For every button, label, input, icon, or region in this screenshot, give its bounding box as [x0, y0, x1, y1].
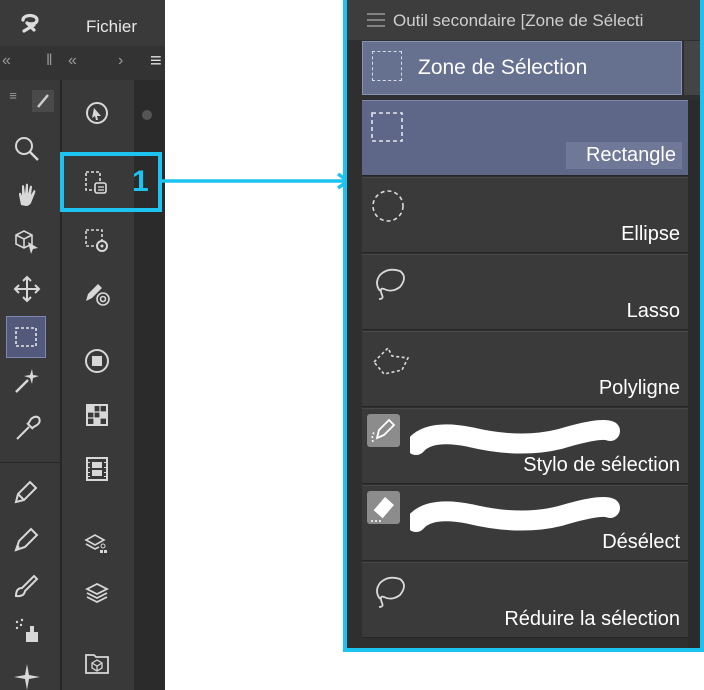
eyedropper-icon[interactable]: [10, 412, 44, 446]
operation-icon[interactable]: [80, 96, 114, 130]
hand-icon[interactable]: [10, 178, 44, 212]
move-icon[interactable]: [10, 272, 44, 306]
brush-icon[interactable]: [10, 568, 44, 602]
lasso-icon: [376, 268, 405, 300]
menu-icon[interactable]: ≡: [6, 88, 20, 103]
menu-icon[interactable]: [367, 13, 385, 27]
tab-bar-filler: [684, 41, 700, 95]
panel-title: Outil secondaire [Zone de Sélecti: [393, 11, 644, 30]
gradient-icon[interactable]: [80, 344, 114, 378]
magic-wand-icon[interactable]: [10, 364, 44, 398]
sub-tool-label: Réduire la sélection: [504, 608, 680, 630]
tab-pen-icon[interactable]: [32, 90, 54, 112]
airbrush-icon[interactable]: [10, 614, 44, 648]
sub-tool-reduce-selection[interactable]: Réduire la sélection: [362, 562, 688, 638]
menu-icon[interactable]: ≡: [150, 50, 162, 73]
sub-tool-lasso[interactable]: Lasso: [362, 254, 688, 330]
dashed-ellipse-icon: [372, 190, 404, 222]
sub-tool-rectangle[interactable]: Rectangle: [362, 100, 688, 176]
brush-stroke-preview: [410, 497, 620, 532]
layer-props-icon[interactable]: [80, 526, 114, 560]
selection-settings-icon[interactable]: [80, 224, 114, 258]
collapse-left-icon[interactable]: «: [2, 52, 11, 70]
sub-tool-label: Polyligne: [598, 377, 680, 399]
pencil-icon[interactable]: [10, 522, 44, 556]
panel-divider-icon: ‖: [46, 52, 53, 69]
sub-tool-ellipse[interactable]: Ellipse: [362, 177, 688, 253]
magnifier-icon[interactable]: [10, 132, 44, 166]
tab-zone-de-selection[interactable]: Zone de Sélection: [362, 41, 682, 95]
app-logo-icon[interactable]: [18, 11, 42, 35]
sub-tool-panel: Outil secondaire [Zone de Sélecti Zone d…: [343, 0, 704, 652]
fill-pen-icon[interactable]: [80, 276, 114, 310]
dashed-rectangle-icon: [371, 112, 403, 142]
material-icon[interactable]: [80, 646, 114, 680]
decoration-icon[interactable]: [10, 660, 44, 690]
expand-right-icon[interactable]: ›: [118, 52, 123, 70]
3d-object-icon[interactable]: [10, 224, 44, 258]
sub-tool-label: Lasso: [626, 300, 680, 322]
menu-bar: Fichier: [0, 0, 165, 46]
callout-number: 1: [132, 165, 149, 198]
dashed-rectangle-icon: [372, 51, 402, 81]
sub-tool-label: Rectangle: [565, 142, 682, 169]
tab-label: Zone de Sélection: [418, 56, 588, 79]
film-icon[interactable]: [80, 452, 114, 486]
pen-icon[interactable]: [10, 474, 44, 508]
clip-studio-window: Fichier « ‖ « › ≡ ≡ 1: [0, 0, 165, 690]
sub-tool-list: Rectangle Ellipse Lasso Polyligne Stylo …: [362, 100, 688, 639]
polyline-icon: [372, 346, 410, 375]
sub-tool-deselect[interactable]: Désélect: [362, 485, 688, 561]
layers-icon[interactable]: [80, 576, 114, 610]
divider: [0, 462, 60, 463]
panel-toolbar: « ‖ « › ≡: [0, 46, 165, 81]
panel-header: Outil secondaire [Zone de Sélecti: [347, 0, 700, 40]
sub-tool-label: Ellipse: [621, 223, 680, 245]
menu-fichier[interactable]: Fichier: [86, 17, 137, 37]
status-dot: [142, 110, 152, 120]
lasso-icon: [376, 576, 405, 608]
sub-tool-selection-pen[interactable]: Stylo de sélection: [362, 408, 688, 484]
sub-tool-label: Désélect: [602, 531, 680, 553]
selection-pen-icon: [367, 414, 400, 447]
selection-rectangle-icon[interactable]: [6, 316, 46, 358]
sub-tool-polyline[interactable]: Polyligne: [362, 331, 688, 407]
callout-arrow: [162, 172, 352, 190]
grid-icon[interactable]: [80, 398, 114, 432]
collapse-left-icon[interactable]: «: [68, 52, 77, 70]
sub-tool-label: Stylo de sélection: [523, 454, 680, 476]
scrollbar[interactable]: [688, 100, 700, 648]
eraser-icon: [367, 491, 400, 524]
